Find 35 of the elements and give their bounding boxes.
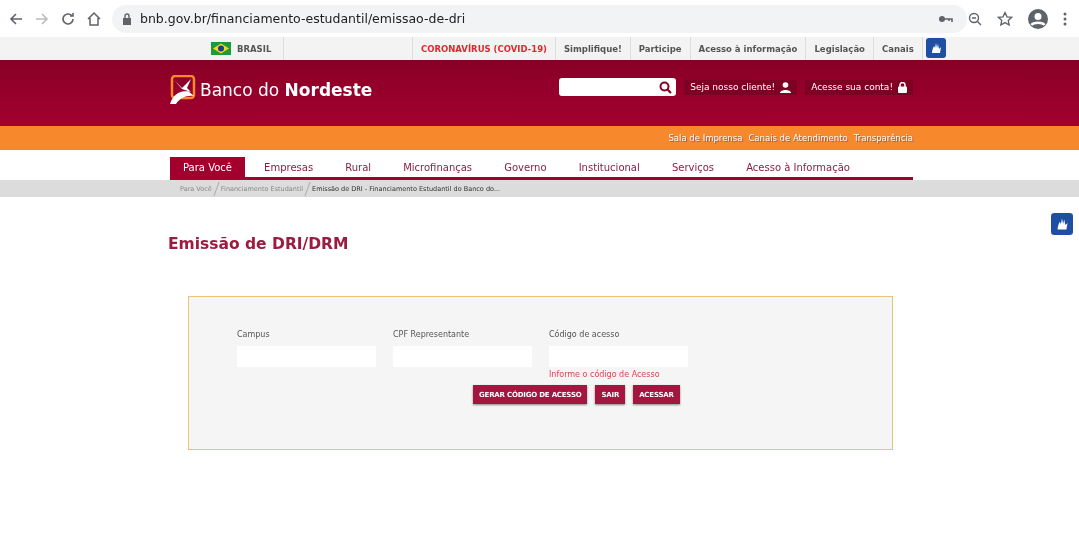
logo-text: Banco do Nordeste — [200, 80, 373, 100]
sign-language-icon[interactable] — [1051, 213, 1073, 235]
reload-icon[interactable] — [60, 10, 76, 27]
page-title: Emissão de DRI/DRM — [168, 235, 350, 253]
flag-icon — [211, 42, 231, 55]
field-label: Campus — [237, 330, 271, 341]
search-field[interactable] — [559, 78, 677, 96]
field-label: Código de acesso — [549, 330, 621, 341]
header-link[interactable]: Seja nosso cliente! — [684, 79, 798, 95]
back-icon[interactable] — [8, 10, 24, 27]
nav-tab[interactable]: Institucional — [565, 157, 653, 177]
nav-tab[interactable]: Microfinanças — [390, 157, 486, 177]
sign-language-icon[interactable] — [925, 38, 946, 58]
nav-tab[interactable]: Acesso à Informação — [733, 157, 863, 177]
logo-icon — [168, 75, 196, 105]
lock-icon — [122, 12, 132, 25]
account-icon[interactable] — [1027, 7, 1049, 30]
user-icon — [780, 81, 792, 93]
search-icon[interactable] — [659, 80, 673, 94]
star-icon[interactable] — [997, 10, 1013, 27]
field-label: CPF Representante — [393, 330, 471, 341]
menu-icon[interactable] — [1063, 11, 1067, 26]
lock-icon — [898, 81, 907, 93]
address-bar[interactable]: bnb.gov.br/financiamento-estudantil/emissao-de-dri — [112, 4, 967, 33]
country-label: BRASIL — [237, 43, 272, 54]
zoom-icon[interactable] — [967, 10, 983, 27]
error-message: Informe o código de Acesso — [549, 370, 661, 379]
nav-tab[interactable]: Governo — [491, 157, 560, 177]
nav-tab[interactable]: Empresas — [251, 157, 327, 177]
url-text: bnb.gov.br/financiamento-estudantil/emissao-de-dri — [140, 11, 466, 26]
header-link[interactable]: Acesse sua conta! — [805, 79, 913, 95]
nav-tab[interactable]: Para Você — [170, 157, 245, 177]
nav-tab[interactable]: Rural — [332, 157, 385, 177]
home-icon[interactable] — [86, 10, 102, 27]
nav-tab[interactable]: Serviços — [658, 157, 727, 177]
